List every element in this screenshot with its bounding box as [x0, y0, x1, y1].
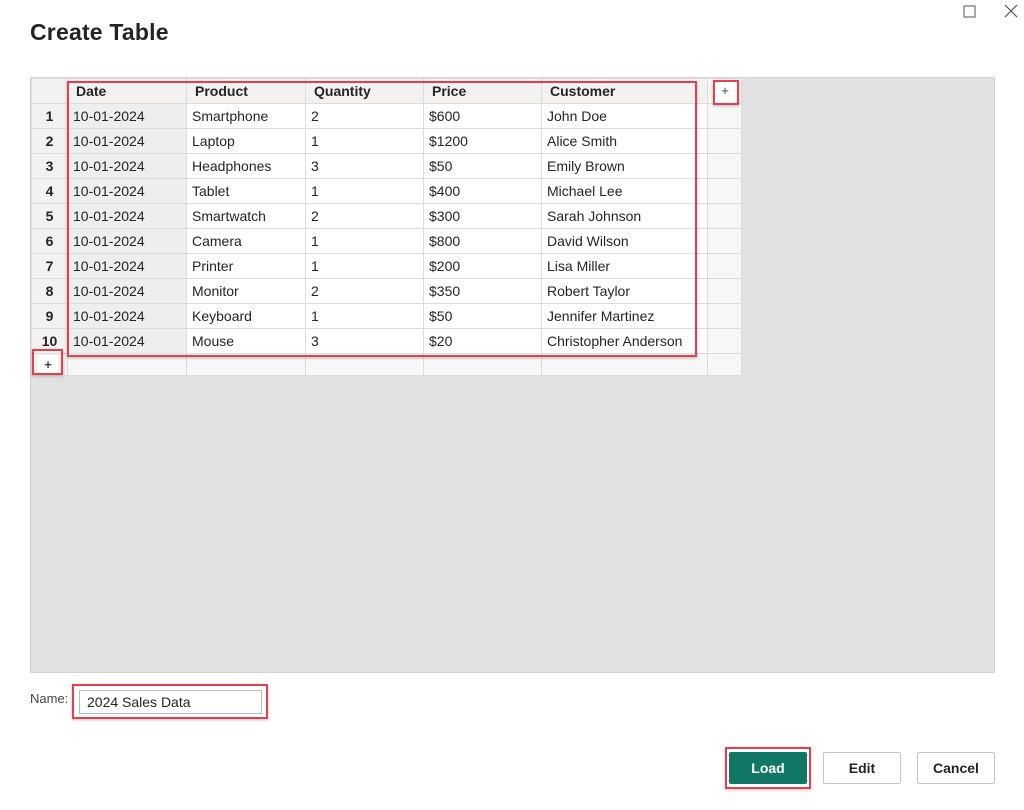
table-cell[interactable]: Camera [187, 229, 306, 254]
table-cell[interactable]: $50 [424, 304, 542, 329]
table-cell[interactable]: Tablet [187, 179, 306, 204]
table-cell[interactable]: $350 [424, 279, 542, 304]
table-cell[interactable]: $200 [424, 254, 542, 279]
empty-row-cell[interactable] [424, 354, 542, 376]
table-cell[interactable]: 10-01-2024 [68, 204, 187, 229]
table-cell[interactable]: Robert Taylor [542, 279, 708, 304]
table-cell[interactable]: $800 [424, 229, 542, 254]
table-name-input[interactable] [79, 690, 262, 714]
empty-column-cell[interactable] [708, 179, 742, 204]
row-number: 10 [32, 329, 68, 354]
row-number: 6 [32, 229, 68, 254]
maximize-icon [963, 5, 975, 17]
column-header[interactable]: Customer [542, 79, 708, 104]
table-cell[interactable]: Sarah Johnson [542, 204, 708, 229]
table-cell[interactable]: 3 [306, 154, 424, 179]
empty-column-cell[interactable] [708, 304, 742, 329]
table-cell[interactable]: $300 [424, 204, 542, 229]
table-cell[interactable]: Printer [187, 254, 306, 279]
empty-row-cell[interactable] [306, 354, 424, 376]
table-cell[interactable]: Lisa Miller [542, 254, 708, 279]
row-number: 9 [32, 304, 68, 329]
table-cell[interactable]: 10-01-2024 [68, 329, 187, 354]
add-row-cell: + [32, 354, 68, 376]
empty-row-cell[interactable] [542, 354, 708, 376]
table-cell[interactable]: Smartwatch [187, 204, 306, 229]
close-icon [1004, 4, 1018, 18]
column-header[interactable]: Price [424, 79, 542, 104]
empty-column-cell[interactable] [708, 329, 742, 354]
table-cell[interactable]: Emily Brown [542, 154, 708, 179]
table-cell[interactable]: Keyboard [187, 304, 306, 329]
table-cell[interactable]: 10-01-2024 [68, 279, 187, 304]
empty-column-cell[interactable] [708, 204, 742, 229]
table-cell[interactable]: $50 [424, 154, 542, 179]
table-cell[interactable]: 1 [306, 229, 424, 254]
close-button[interactable] [997, 0, 1024, 22]
table-cell[interactable]: Mouse [187, 329, 306, 354]
table-cell[interactable]: $600 [424, 104, 542, 129]
add-column-button[interactable]: + [715, 81, 735, 101]
table-editor: Date Product Quantity Price Customer +1 10-01-… [30, 77, 995, 673]
table-cell[interactable]: John Doe [542, 104, 708, 129]
table-cell[interactable]: Christopher Anderson [542, 329, 708, 354]
table-cell[interactable]: Monitor [187, 279, 306, 304]
table-cell[interactable]: Alice Smith [542, 129, 708, 154]
table-cell[interactable]: 10-01-2024 [68, 179, 187, 204]
load-button[interactable]: Load [729, 752, 807, 784]
table-cell[interactable]: 1 [306, 304, 424, 329]
table-cell[interactable]: Jennifer Martinez [542, 304, 708, 329]
column-header[interactable]: Product [187, 79, 306, 104]
table-cell[interactable]: $1200 [424, 129, 542, 154]
table-cell[interactable]: 10-01-2024 [68, 154, 187, 179]
empty-row-cell[interactable] [187, 354, 306, 376]
dialog-title: Create Table [30, 19, 169, 45]
maximize-button[interactable] [955, 0, 983, 22]
empty-column-cell[interactable] [708, 279, 742, 304]
table-cell[interactable]: Smartphone [187, 104, 306, 129]
table-cell[interactable]: 2 [306, 279, 424, 304]
row-number: 1 [32, 104, 68, 129]
table-cell[interactable]: $20 [424, 329, 542, 354]
table-cell[interactable]: 2 [306, 204, 424, 229]
edit-button[interactable]: Edit [823, 752, 901, 784]
table-cell[interactable]: 2 [306, 104, 424, 129]
empty-row-cell[interactable] [68, 354, 187, 376]
table-cell[interactable]: David Wilson [542, 229, 708, 254]
column-header[interactable]: Quantity [306, 79, 424, 104]
name-label: Name: [30, 691, 69, 706]
table-corner [32, 79, 68, 104]
table-cell[interactable]: 1 [306, 129, 424, 154]
add-column-cell: + [708, 79, 742, 104]
row-number: 8 [32, 279, 68, 304]
row-number: 5 [32, 204, 68, 229]
empty-column-cell[interactable] [708, 104, 742, 129]
table-cell[interactable]: 10-01-2024 [68, 129, 187, 154]
column-header[interactable]: Date [68, 79, 187, 104]
table-cell[interactable]: 1 [306, 254, 424, 279]
empty-column-cell[interactable] [708, 254, 742, 279]
table-cell[interactable]: $400 [424, 179, 542, 204]
empty-column-cell[interactable] [708, 154, 742, 179]
empty-row-cell[interactable] [708, 354, 742, 376]
empty-column-cell[interactable] [708, 229, 742, 254]
table-cell[interactable]: 10-01-2024 [68, 304, 187, 329]
row-number: 4 [32, 179, 68, 204]
add-row-button[interactable]: + [38, 355, 58, 375]
table-cell[interactable]: 10-01-2024 [68, 104, 187, 129]
table-cell[interactable]: Michael Lee [542, 179, 708, 204]
row-number: 2 [32, 129, 68, 154]
table-cell[interactable]: 10-01-2024 [68, 229, 187, 254]
table-cell[interactable]: 10-01-2024 [68, 254, 187, 279]
row-number: 7 [32, 254, 68, 279]
row-number: 3 [32, 154, 68, 179]
table-cell[interactable]: 3 [306, 329, 424, 354]
cancel-button[interactable]: Cancel [917, 752, 995, 784]
table-cell[interactable]: Laptop [187, 129, 306, 154]
table-cell[interactable]: Headphones [187, 154, 306, 179]
empty-column-cell[interactable] [708, 129, 742, 154]
table-cell[interactable]: 1 [306, 179, 424, 204]
